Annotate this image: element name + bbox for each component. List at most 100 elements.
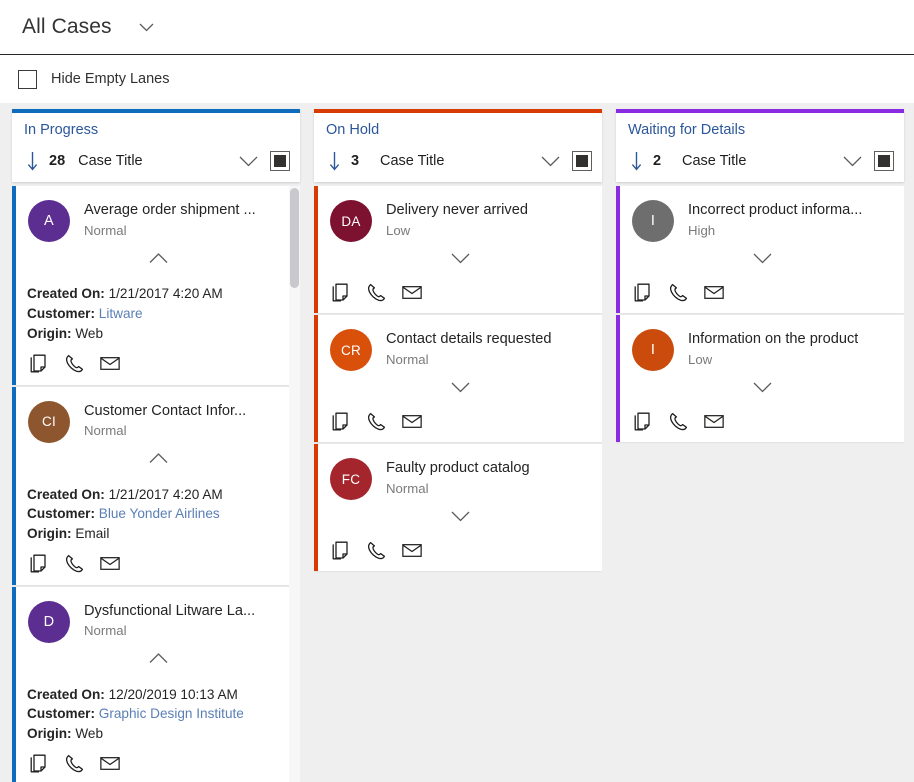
email-icon[interactable] [704, 282, 724, 302]
email-icon[interactable] [100, 554, 120, 574]
command-bar: Hide Empty Lanes [0, 55, 914, 103]
email-icon[interactable] [704, 411, 724, 431]
card-field-label: Created On: [27, 286, 105, 302]
card-field: Customer: Graphic Design Institute [27, 704, 288, 724]
note-icon[interactable] [28, 754, 48, 774]
card-title[interactable]: Dysfunctional Litware La... [84, 602, 255, 621]
note-icon[interactable] [632, 282, 652, 302]
email-icon[interactable] [402, 411, 422, 431]
lane-expand-plus-icon[interactable] [874, 151, 894, 172]
card-header: FC Faulty product catalog Normal [330, 458, 590, 501]
card-field-value[interactable]: Graphic Design Institute [99, 706, 244, 721]
kanban-card[interactable]: I Incorrect product informa... High [616, 186, 904, 314]
lane-collapse-minus-icon[interactable] [270, 151, 290, 172]
lane-title: Waiting for Details [628, 122, 746, 138]
note-icon[interactable] [632, 411, 652, 431]
card-field-value[interactable]: Litware [99, 306, 143, 321]
avatar: I [632, 200, 674, 243]
kanban-card[interactable]: D Dysfunctional Litware La... Normal Create… [12, 586, 300, 782]
email-icon[interactable] [402, 540, 422, 560]
card-priority: Low [386, 223, 411, 239]
note-icon[interactable] [330, 411, 350, 431]
card-priority: Normal [386, 352, 429, 368]
card-title[interactable]: Faulty product catalog [386, 459, 530, 478]
avatar: I [632, 329, 674, 372]
card-chevron-up-icon[interactable] [28, 645, 288, 673]
card-priority: Low [688, 352, 713, 368]
card-header: CI Customer Contact Infor... Normal [28, 400, 288, 443]
note-icon[interactable] [28, 554, 48, 574]
card-actions [28, 353, 288, 375]
card-chevron-down-icon[interactable] [632, 373, 892, 401]
email-icon[interactable] [402, 282, 422, 302]
lane-chevron-down-icon[interactable] [538, 149, 562, 173]
lane-sort-field-label[interactable]: Case Title [78, 153, 142, 169]
card-field: Origin: Email [27, 524, 288, 544]
lane-sort-row: 2 Case Title [628, 148, 894, 174]
card-field: Customer: Blue Yonder Airlines [27, 504, 288, 524]
card-field-value: 1/21/2017 4:20 AM [108, 286, 223, 302]
kanban-card[interactable]: DA Delivery never arrived Low [314, 186, 602, 314]
card-title[interactable]: Contact details requested [386, 330, 552, 349]
phone-icon[interactable] [668, 282, 688, 302]
kanban-card[interactable]: A Average order shipment ... Normal Created… [12, 186, 300, 385]
lane-vertical-scrollbar[interactable] [289, 186, 300, 782]
card-actions [632, 410, 892, 432]
card-chevron-down-icon[interactable] [632, 244, 892, 272]
note-icon[interactable] [28, 354, 48, 374]
card-chevron-down-icon[interactable] [330, 244, 590, 272]
lane-sort-field-label[interactable]: Case Title [682, 153, 746, 169]
card-chevron-up-icon[interactable] [28, 244, 288, 272]
card-priority: Normal [84, 623, 127, 639]
card-title[interactable]: Incorrect product informa... [688, 201, 862, 220]
sort-descending-arrow-icon[interactable] [628, 151, 644, 171]
lane-chevron-down-icon[interactable] [840, 149, 864, 173]
note-icon[interactable] [330, 282, 350, 302]
kanban-card[interactable]: I Information on the product Low [616, 315, 904, 443]
card-field: Customer: Litware [27, 304, 288, 324]
lane-card-list: DA Delivery never arrived Low CR Contact det… [314, 186, 602, 573]
email-icon[interactable] [100, 354, 120, 374]
phone-icon[interactable] [64, 554, 84, 574]
kanban-card[interactable]: FC Faulty product catalog Normal [314, 444, 602, 572]
kanban-card[interactable]: CR Contact details requested Normal [314, 315, 602, 443]
hide-empty-lanes-checkbox[interactable]: Hide Empty Lanes [18, 69, 169, 89]
view-selector-bar: All Cases [0, 0, 914, 55]
phone-icon[interactable] [366, 282, 386, 302]
phone-icon[interactable] [64, 354, 84, 374]
lane-chevron-down-icon[interactable] [236, 149, 260, 173]
email-icon[interactable] [100, 754, 120, 774]
card-title[interactable]: Information on the product [688, 330, 858, 349]
card-chevron-up-icon[interactable] [28, 445, 288, 473]
card-field-value: Web [75, 726, 104, 742]
kanban-lane: On Hold 3 Case Title DA Delivery never arriv… [314, 109, 602, 782]
sort-descending-arrow-icon[interactable] [24, 151, 40, 171]
lane-header: Waiting for Details 2 Case Title [616, 109, 904, 183]
card-header: DA Delivery never arrived Low [330, 200, 590, 243]
phone-icon[interactable] [668, 411, 688, 431]
card-priority: Normal [84, 423, 127, 439]
phone-icon[interactable] [366, 540, 386, 560]
kanban-card[interactable]: CI Customer Contact Infor... Normal Created… [12, 386, 300, 585]
avatar: CR [330, 329, 372, 372]
card-field-label: Origin: [27, 325, 72, 341]
lane-expand-plus-icon[interactable] [572, 151, 592, 172]
card-field-label: Created On: [27, 686, 105, 702]
card-title[interactable]: Customer Contact Infor... [84, 402, 246, 421]
view-selector-chevron-down-icon[interactable] [134, 14, 160, 40]
scrollbar-thumb[interactable] [290, 188, 299, 289]
avatar: D [28, 600, 70, 643]
phone-icon[interactable] [64, 754, 84, 774]
card-title[interactable]: Average order shipment ... [84, 201, 256, 220]
card-field-value[interactable]: Blue Yonder Airlines [99, 506, 220, 521]
lane-sort-field-label[interactable]: Case Title [380, 153, 444, 169]
kanban-lane: Waiting for Details 2 Case Title I Incorrect… [616, 109, 904, 782]
card-field: Created On: 12/20/2019 10:13 AM [27, 685, 288, 705]
page-title[interactable]: All Cases [22, 15, 112, 39]
phone-icon[interactable] [366, 411, 386, 431]
card-chevron-down-icon[interactable] [330, 502, 590, 530]
card-chevron-down-icon[interactable] [330, 373, 590, 401]
note-icon[interactable] [330, 540, 350, 560]
card-title[interactable]: Delivery never arrived [386, 201, 528, 220]
sort-descending-arrow-icon[interactable] [326, 151, 342, 171]
